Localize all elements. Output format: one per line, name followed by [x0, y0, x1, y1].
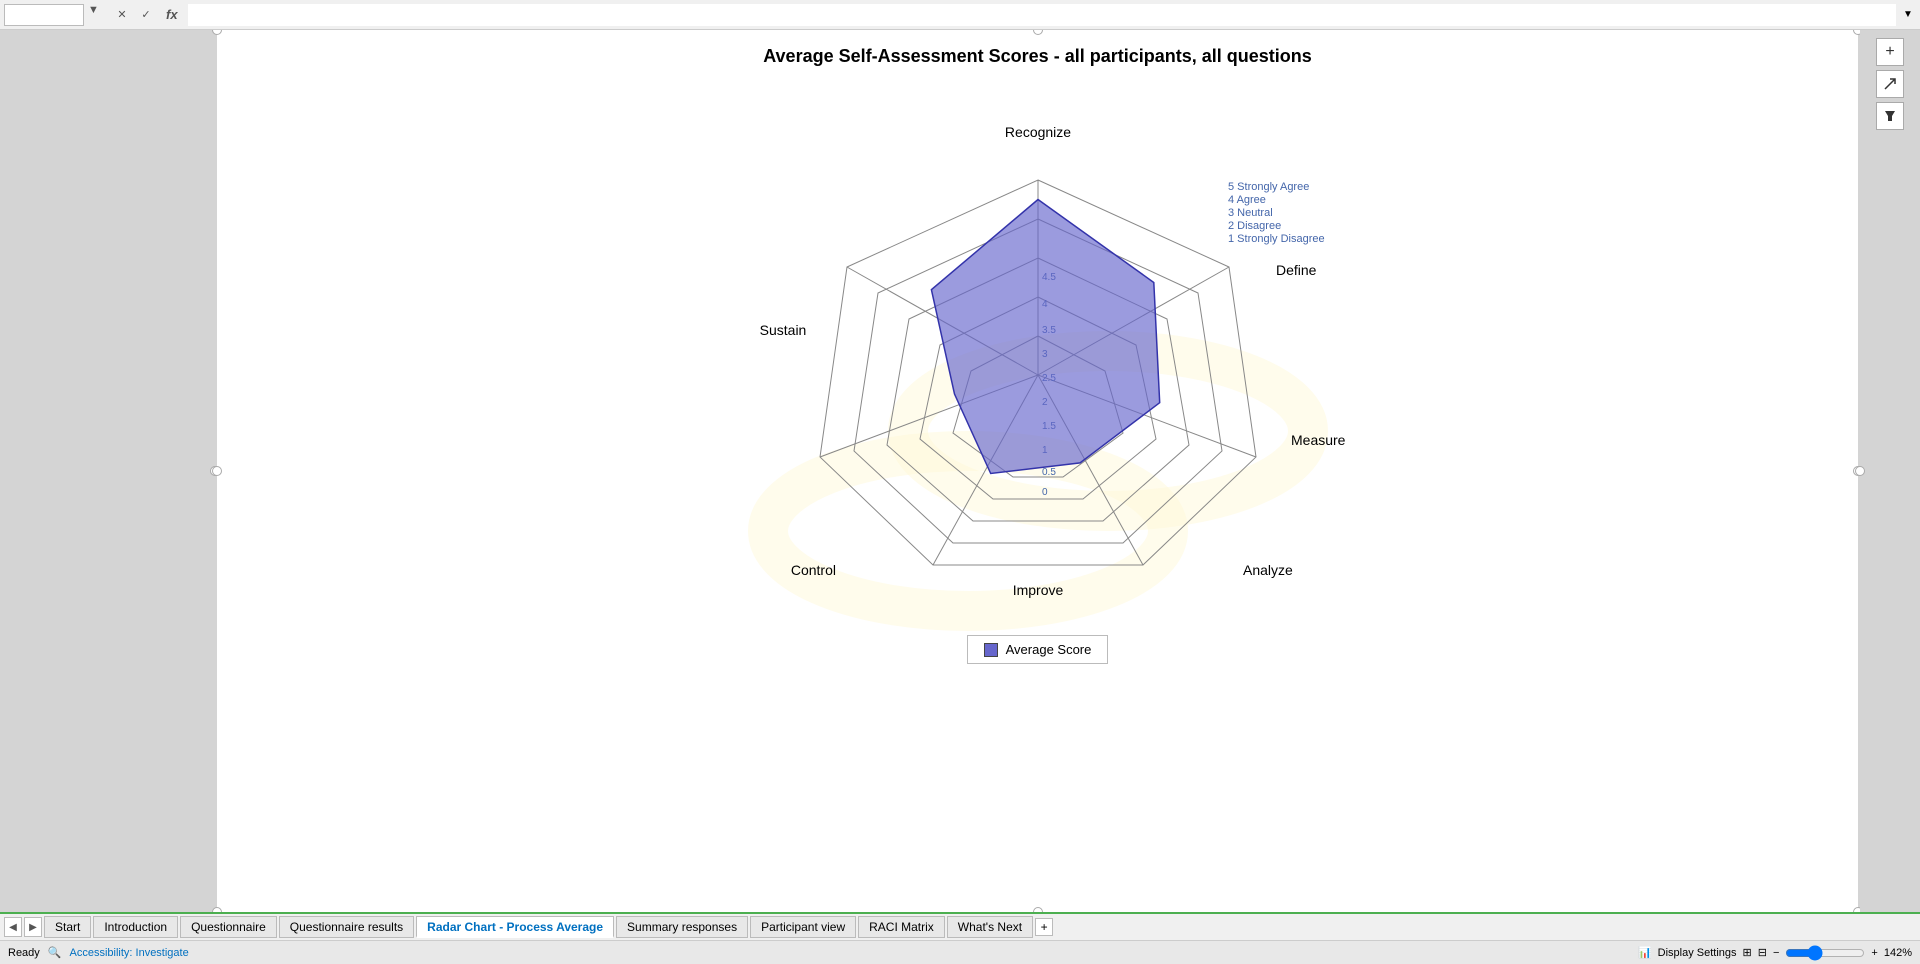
tab-radar-chart[interactable]: Radar Chart - Process Average	[416, 916, 614, 938]
tab-questionnaire-results[interactable]: Questionnaire results	[279, 916, 414, 938]
data-polygon	[931, 200, 1159, 474]
tab-introduction[interactable]: Introduction	[93, 916, 178, 938]
display-settings-label[interactable]: Display Settings	[1658, 947, 1737, 959]
cancel-formula-button[interactable]: ✕	[112, 4, 132, 26]
tab-whats-next[interactable]: What's Next	[947, 916, 1033, 938]
axis-analyze: Analyze	[1243, 562, 1293, 578]
resize-icon	[1883, 77, 1897, 91]
zoom-level: 142%	[1884, 947, 1912, 959]
add-element-button[interactable]: +	[1876, 38, 1904, 66]
legend-color-box	[984, 643, 998, 657]
cell-reference-input[interactable]	[4, 4, 84, 26]
fx-icon: fx	[160, 7, 184, 22]
filter-icon	[1883, 109, 1897, 123]
legend-label: Average Score	[1006, 642, 1092, 657]
tab-questionnaire[interactable]: Questionnaire	[180, 916, 277, 938]
tab-raci-matrix[interactable]: RACI Matrix	[858, 916, 945, 938]
ready-status: Ready	[8, 947, 40, 959]
add-sheet-button[interactable]: +	[1035, 918, 1053, 936]
scale-label-4: 4 Agree	[1228, 194, 1266, 206]
scale-label-2: 2 Disagree	[1228, 220, 1281, 232]
chart-resize-bottom[interactable]	[1033, 907, 1043, 912]
tab-participant-view[interactable]: Participant view	[750, 916, 856, 938]
resize-button[interactable]	[1876, 70, 1904, 98]
display-settings-icon: 📊	[1638, 946, 1652, 959]
radar-svg: 5 Strongly Agree 4 Agree 3 Neutral 2 Dis…	[688, 75, 1388, 635]
status-right: 📊 Display Settings ⊞ ⊟ − + 142%	[1638, 945, 1912, 961]
expand-formula-button[interactable]: ▼	[1900, 4, 1916, 26]
left-sidebar	[0, 30, 215, 912]
status-left: Ready 🔍 Accessibility: Investigate	[8, 946, 1626, 959]
scale-label-5: 5 Strongly Agree	[1228, 181, 1309, 193]
scale-num-0-5: 0.5	[1042, 467, 1056, 478]
scroll-tabs-left-button[interactable]: ◀	[4, 917, 22, 937]
zoom-in-icon[interactable]: +	[1871, 947, 1877, 959]
axis-control: Control	[790, 562, 835, 578]
filter-button[interactable]	[1876, 102, 1904, 130]
status-bar: Ready 🔍 Accessibility: Investigate 📊 Dis…	[0, 940, 1920, 964]
accessibility-icon: 🔍	[48, 946, 62, 959]
chart-title: Average Self-Assessment Scores - all par…	[763, 46, 1312, 67]
radar-chart: 5 Strongly Agree 4 Agree 3 Neutral 2 Dis…	[688, 75, 1388, 635]
zoom-slider[interactable]	[1785, 945, 1865, 961]
tab-start[interactable]: Start	[44, 916, 91, 938]
axis-measure: Measure	[1291, 432, 1346, 448]
grid-icon: ⊞	[1743, 946, 1752, 959]
right-sidebar: +	[1860, 30, 1920, 912]
legend: Average Score	[967, 635, 1109, 664]
scale-num-0: 0	[1042, 487, 1048, 498]
collapse-icon: ▼	[88, 4, 108, 26]
chart-inner: Average Self-Assessment Scores - all par…	[217, 30, 1858, 664]
formula-input[interactable]	[188, 4, 1896, 26]
formula-bar: ▼ ✕ ✓ fx ▼	[0, 0, 1920, 30]
scroll-tabs-right-button[interactable]: ▶	[24, 917, 42, 937]
scale-label-3: 3 Neutral	[1228, 207, 1273, 219]
axis-define: Define	[1276, 262, 1317, 278]
chart-container: Average Self-Assessment Scores - all par…	[217, 30, 1858, 912]
accessibility-status[interactable]: Accessibility: Investigate	[70, 947, 189, 959]
tab-bar: ◀ ▶ Start Introduction Questionnaire Que…	[0, 912, 1920, 940]
confirm-formula-button[interactable]: ✓	[136, 4, 156, 26]
axis-improve: Improve	[1012, 582, 1063, 598]
tab-summary-responses[interactable]: Summary responses	[616, 916, 748, 938]
fit-page-icon: ⊟	[1758, 946, 1767, 959]
axis-sustain: Sustain	[759, 322, 806, 338]
axis-recognize: Recognize	[1004, 124, 1070, 140]
chart-resize-bottomleft[interactable]	[212, 907, 222, 912]
zoom-out-icon[interactable]: −	[1773, 947, 1779, 959]
scale-label-1: 1 Strongly Disagree	[1228, 233, 1325, 245]
